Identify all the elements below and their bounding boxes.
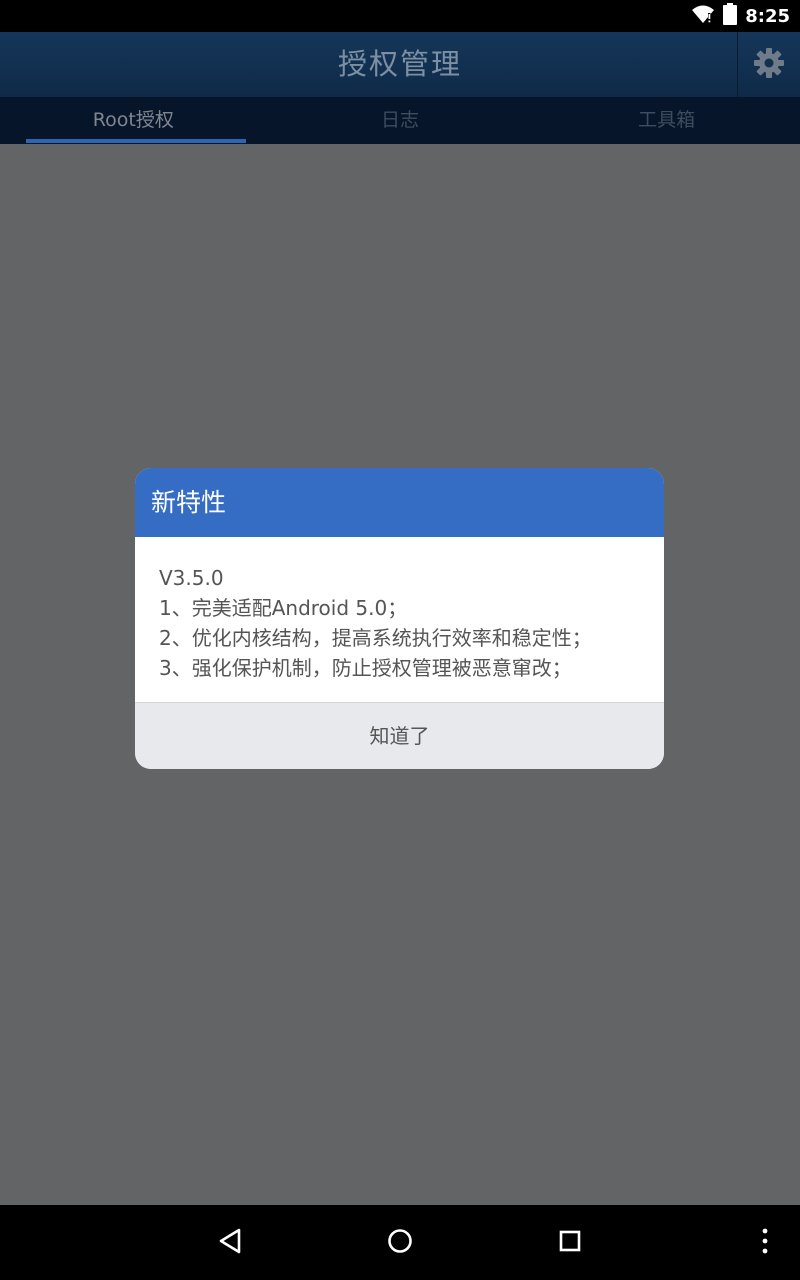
recents-button[interactable] xyxy=(530,1205,610,1280)
back-icon xyxy=(217,1227,243,1259)
new-features-dialog: 新特性 V3.5.0 1、完美适配Android 5.0； 2、优化内核结构，提… xyxy=(135,468,664,769)
more-icon xyxy=(761,1227,769,1259)
tab-toolbox[interactable]: 工具箱 xyxy=(533,97,800,144)
tab-indicator xyxy=(26,139,246,143)
tab-root-auth[interactable]: Root授权 xyxy=(0,97,267,144)
tab-log[interactable]: 日志 xyxy=(267,97,534,144)
gear-icon xyxy=(753,47,785,83)
battery-icon xyxy=(723,3,738,29)
back-button[interactable] xyxy=(190,1205,270,1280)
overflow-menu-button[interactable] xyxy=(725,1205,800,1280)
wifi-icon xyxy=(691,4,715,28)
dialog-feature-line: 3、强化保护机制，防止授权管理被恶意窜改； xyxy=(159,656,572,680)
screen: 8:25 授权管理 Root授权 日志 工具箱 新特性 V3.5.0 1、完美适… xyxy=(0,0,800,1280)
dialog-feature-line: 1、完美适配Android 5.0； xyxy=(159,596,408,620)
home-button[interactable] xyxy=(360,1205,440,1280)
app-bar: 授权管理 xyxy=(0,32,800,97)
home-icon xyxy=(386,1227,414,1259)
got-it-button[interactable]: 知道了 xyxy=(135,702,664,769)
status-bar: 8:25 xyxy=(0,0,800,32)
settings-button[interactable] xyxy=(737,32,800,97)
tab-bar: Root授权 日志 工具箱 xyxy=(0,97,800,144)
dialog-body: V3.5.0 1、完美适配Android 5.0； 2、优化内核结构，提高系统执… xyxy=(135,537,664,703)
dialog-title: 新特性 xyxy=(135,468,664,537)
dialog-version: V3.5.0 xyxy=(159,566,224,590)
nav-bar xyxy=(0,1205,800,1280)
status-time: 8:25 xyxy=(745,5,790,27)
status-icons: 8:25 xyxy=(691,0,790,32)
recents-icon xyxy=(558,1229,582,1257)
app-title: 授权管理 xyxy=(337,47,462,81)
dialog-feature-line: 2、优化内核结构，提高系统执行效率和稳定性； xyxy=(159,626,592,650)
